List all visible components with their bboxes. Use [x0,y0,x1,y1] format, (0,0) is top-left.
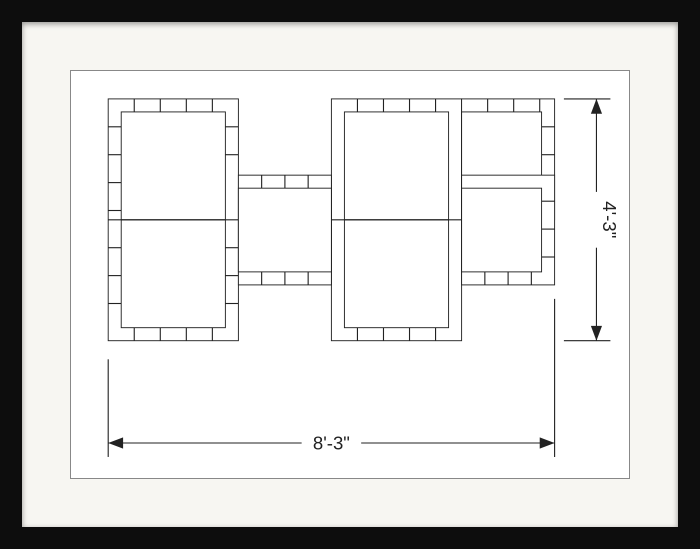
frame-outer: 8'-3" 4'-3" [0,0,700,549]
drawing-sheet: 8'-3" 4'-3" [70,70,630,479]
dimension-height-label: 4'-3" [599,201,620,238]
dimension-height: 4'-3" [564,99,620,341]
brick-layout [108,99,554,341]
diagram-svg: 8'-3" 4'-3" [71,71,629,490]
frame-mat: 8'-3" 4'-3" [22,22,678,527]
dimension-width-label: 8'-3" [313,433,350,454]
